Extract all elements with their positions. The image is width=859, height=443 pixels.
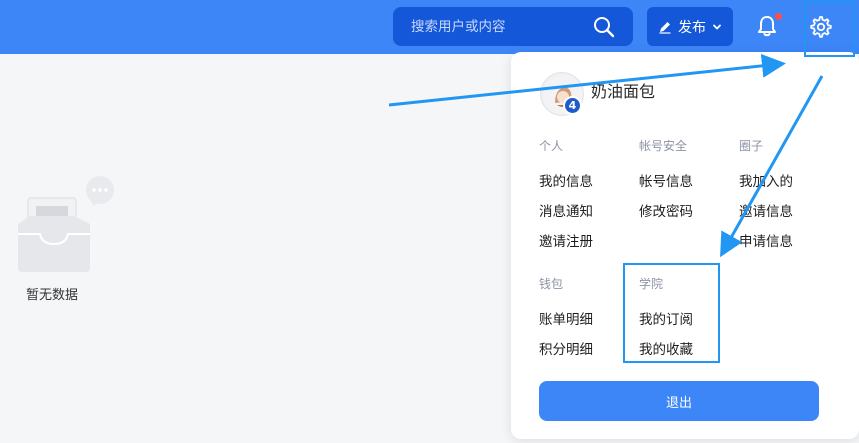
publish-button[interactable]: 发布 (647, 7, 733, 46)
menu-item-invite-register[interactable]: 邀请注册 (539, 227, 593, 257)
empty-inbox-illustration (18, 176, 114, 272)
publish-label: 发布 (678, 19, 706, 36)
edit-icon (659, 21, 671, 34)
level-badge: 4 (563, 96, 582, 115)
chevron-down-icon (713, 24, 721, 29)
search-icon[interactable] (593, 16, 615, 38)
menu-item-my-subscriptions[interactable]: 我的订阅 (639, 305, 693, 335)
top-bar: 发布 (0, 0, 859, 54)
empty-state-text: 暂无数据 (26, 288, 79, 303)
section-title: 圈子 (739, 139, 764, 153)
menu-item-my-info[interactable]: 我的信息 (539, 167, 593, 197)
user-dropdown-menu: 4 奶油面包 个人 我的信息 消息通知 邀请注册 帐号安全 帐号信息 修改密码 … (511, 52, 859, 439)
menu-item-invitations[interactable]: 邀请信息 (739, 197, 793, 227)
section-circle: 圈子 我加入的 邀请信息 申请信息 (739, 137, 793, 257)
menu-item-applications[interactable]: 申请信息 (739, 227, 793, 257)
menu-item-notifications[interactable]: 消息通知 (539, 197, 593, 227)
search-input[interactable] (411, 7, 591, 46)
search-box[interactable] (393, 7, 633, 46)
menu-item-change-password[interactable]: 修改密码 (639, 197, 693, 227)
logout-button[interactable]: 退出 (539, 381, 819, 421)
notification-dot (775, 13, 782, 20)
username: 奶油面包 (591, 82, 656, 101)
section-title: 钱包 (539, 277, 564, 291)
gear-icon[interactable] (809, 15, 833, 39)
section-wallet: 钱包 账单明细 积分明细 (539, 275, 593, 365)
section-title: 帐号安全 (639, 139, 688, 153)
menu-item-account-info[interactable]: 帐号信息 (639, 167, 693, 197)
section-title: 学院 (639, 277, 664, 291)
section-title: 个人 (539, 139, 564, 153)
section-account-security: 帐号安全 帐号信息 修改密码 (639, 137, 693, 227)
section-academy: 学院 我的订阅 我的收藏 (639, 275, 693, 365)
menu-item-my-favorites[interactable]: 我的收藏 (639, 335, 693, 365)
menu-item-joined[interactable]: 我加入的 (739, 167, 793, 197)
menu-item-points-details[interactable]: 积分明细 (539, 335, 593, 365)
section-personal: 个人 我的信息 消息通知 邀请注册 (539, 137, 593, 257)
menu-item-bill-details[interactable]: 账单明细 (539, 305, 593, 335)
